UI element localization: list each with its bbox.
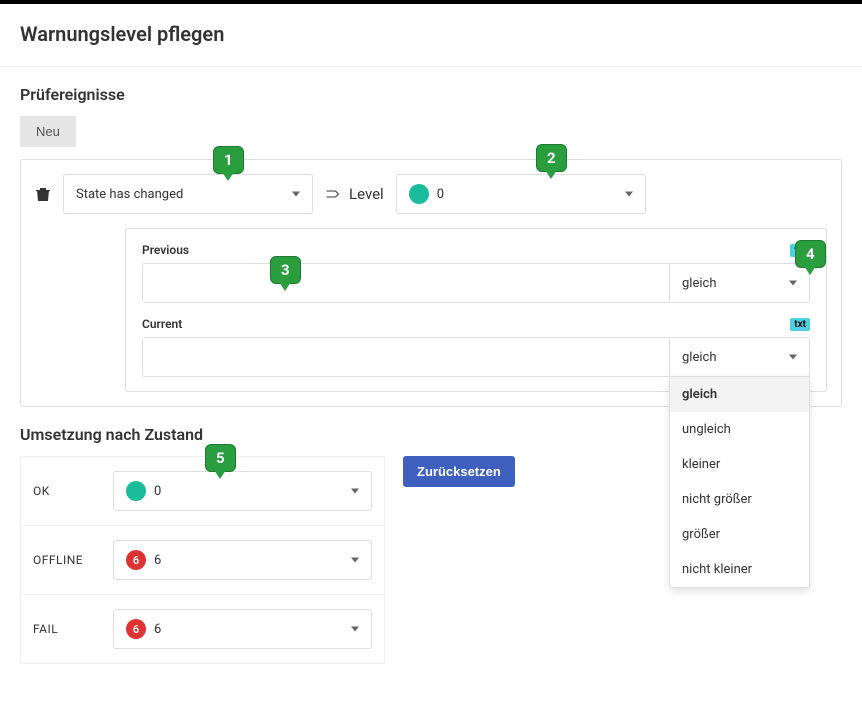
event-type-value: State has changed bbox=[76, 187, 183, 202]
arrow-icon bbox=[325, 187, 343, 201]
callout-3: 3 bbox=[270, 256, 301, 284]
callout-4: 4 bbox=[795, 240, 826, 268]
operator-option[interactable]: größer bbox=[670, 517, 809, 552]
state-label: OFFLINE bbox=[33, 553, 113, 567]
operator-option[interactable]: nicht kleiner bbox=[670, 552, 809, 587]
state-label: OK bbox=[33, 484, 113, 498]
state-level-value: 6 bbox=[154, 622, 161, 637]
page-title: Warnungslevel pflegen bbox=[20, 22, 842, 46]
previous-label: Previous bbox=[142, 243, 189, 257]
operator-option[interactable]: gleich bbox=[670, 377, 809, 412]
operator-dropdown-menu: gleich ungleich kleiner nicht größer grö… bbox=[669, 376, 810, 588]
current-label: Current bbox=[142, 317, 182, 331]
state-row-offline: OFFLINE 6 6 bbox=[21, 526, 384, 595]
state-level-dropdown[interactable]: 6 6 bbox=[113, 540, 372, 580]
state-level-value: 0 bbox=[154, 484, 161, 499]
current-operator-value: gleich bbox=[682, 350, 716, 365]
state-table: OK 0 OFFLINE 6 6 FAIL 6 bbox=[20, 456, 385, 664]
current-value-input[interactable] bbox=[143, 338, 669, 376]
level-arrow-label: Level bbox=[325, 185, 384, 203]
state-level-dropdown[interactable]: 0 bbox=[113, 471, 372, 511]
events-heading: Prüfereignisse bbox=[20, 85, 842, 104]
operator-option[interactable]: nicht größer bbox=[670, 482, 809, 517]
level-color-dot bbox=[126, 481, 146, 501]
operator-option[interactable]: kleiner bbox=[670, 447, 809, 482]
condition-card: Previous txt gleich Current txt bbox=[125, 228, 827, 392]
level-color-dot bbox=[409, 184, 429, 204]
level-color-dot: 6 bbox=[126, 550, 146, 570]
current-operator-dropdown[interactable]: gleich gleich ungleich kleiner nicht grö… bbox=[669, 338, 809, 376]
event-card: State has changed Level 0 Previous txt bbox=[20, 159, 842, 407]
state-level-dropdown[interactable]: 6 6 bbox=[113, 609, 372, 649]
level-label: Level bbox=[349, 185, 384, 203]
level-dropdown[interactable]: 0 bbox=[396, 174, 646, 214]
operator-option[interactable]: ungleich bbox=[670, 412, 809, 447]
level-color-dot: 6 bbox=[126, 619, 146, 639]
current-type-badge: txt bbox=[790, 318, 810, 331]
previous-operator-dropdown[interactable]: gleich bbox=[669, 264, 809, 302]
new-event-button[interactable]: Neu bbox=[20, 116, 76, 147]
trash-icon[interactable] bbox=[35, 186, 51, 202]
state-row-fail: FAIL 6 6 bbox=[21, 595, 384, 663]
previous-operator-value: gleich bbox=[682, 276, 716, 291]
callout-1: 1 bbox=[213, 146, 244, 174]
callout-5: 5 bbox=[205, 444, 236, 472]
reset-button[interactable]: Zurücksetzen bbox=[403, 456, 515, 487]
level-value: 0 bbox=[437, 187, 444, 202]
event-type-dropdown[interactable]: State has changed bbox=[63, 174, 313, 214]
state-label: FAIL bbox=[33, 622, 113, 636]
state-level-value: 6 bbox=[154, 553, 161, 568]
divider bbox=[0, 66, 862, 67]
previous-value-input[interactable] bbox=[143, 264, 669, 302]
callout-2: 2 bbox=[536, 144, 567, 172]
state-row-ok: OK 0 bbox=[21, 457, 384, 526]
